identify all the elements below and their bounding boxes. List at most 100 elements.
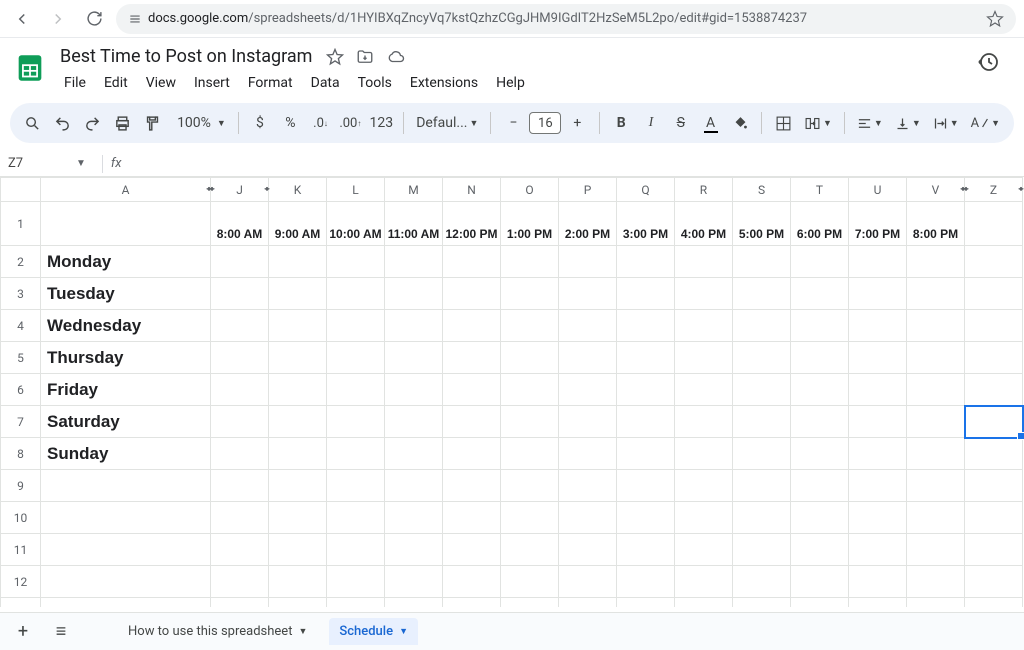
cell-A3[interactable]: Tuesday (41, 278, 211, 310)
cell-J5[interactable] (211, 342, 269, 374)
cell-N6[interactable] (443, 374, 501, 406)
all-sheets-button[interactable]: ≡ (48, 619, 74, 645)
cloud-status-icon[interactable] (386, 48, 406, 66)
cell-K9[interactable] (269, 470, 327, 502)
cell-V11[interactable] (907, 534, 965, 566)
cell-N10[interactable] (443, 502, 501, 534)
cell-J9[interactable] (211, 470, 269, 502)
back-button[interactable] (8, 5, 36, 33)
cell-O1[interactable]: 1:00 PM (501, 202, 559, 246)
cell-K7[interactable] (269, 406, 327, 438)
cell-P9[interactable] (559, 470, 617, 502)
cell-R5[interactable] (675, 342, 733, 374)
cell-Q5[interactable] (617, 342, 675, 374)
cell-U5[interactable] (849, 342, 907, 374)
cell-P4[interactable] (559, 310, 617, 342)
row-header-12[interactable]: 12 (1, 566, 41, 598)
row-header-7[interactable]: 7 (1, 406, 41, 438)
currency-button[interactable]: $ (247, 109, 273, 137)
cell-S10[interactable] (733, 502, 791, 534)
cell-N2[interactable] (443, 246, 501, 278)
cell-M7[interactable] (385, 406, 443, 438)
cell-O11[interactable] (501, 534, 559, 566)
cell-R2[interactable] (675, 246, 733, 278)
menu-tools[interactable]: Tools (350, 71, 400, 95)
cell-P5[interactable] (559, 342, 617, 374)
cell-R3[interactable] (675, 278, 733, 310)
cell-R13[interactable] (675, 598, 733, 608)
cell-S12[interactable] (733, 566, 791, 598)
row-header-11[interactable]: 11 (1, 534, 41, 566)
cell-Z13[interactable] (965, 598, 1023, 608)
cell-U10[interactable] (849, 502, 907, 534)
menu-file[interactable]: File (56, 71, 94, 95)
col-header-Z[interactable]: Z (965, 178, 1023, 202)
cell-Z12[interactable] (965, 566, 1023, 598)
cell-V5[interactable] (907, 342, 965, 374)
cell-N1[interactable]: 12:00 PM (443, 202, 501, 246)
cell-A13[interactable] (41, 598, 211, 608)
cell-R6[interactable] (675, 374, 733, 406)
menu-extensions[interactable]: Extensions (402, 71, 486, 95)
cell-V9[interactable] (907, 470, 965, 502)
menu-view[interactable]: View (138, 71, 184, 95)
cell-P3[interactable] (559, 278, 617, 310)
cell-U13[interactable] (849, 598, 907, 608)
rotate-button[interactable]: A▼ (967, 116, 1004, 131)
cell-U4[interactable] (849, 310, 907, 342)
col-header-J[interactable]: J (211, 178, 269, 202)
cell-P7[interactable] (559, 406, 617, 438)
cell-Z10[interactable] (965, 502, 1023, 534)
cell-L12[interactable] (327, 566, 385, 598)
cell-Z11[interactable] (965, 534, 1023, 566)
strikethrough-button[interactable]: S (668, 109, 694, 137)
cell-O12[interactable] (501, 566, 559, 598)
cell-R7[interactable] (675, 406, 733, 438)
borders-button[interactable] (770, 109, 796, 137)
cell-J8[interactable] (211, 438, 269, 470)
v-align-button[interactable]: ▼ (891, 116, 925, 131)
cell-L13[interactable] (327, 598, 385, 608)
cell-K6[interactable] (269, 374, 327, 406)
cell-J2[interactable] (211, 246, 269, 278)
cell-P1[interactable]: 2:00 PM (559, 202, 617, 246)
cell-Z6[interactable] (965, 374, 1023, 406)
col-header-U[interactable]: U (849, 178, 907, 202)
name-box-dropdown-icon[interactable]: ▼ (68, 158, 94, 169)
cell-A1[interactable] (41, 202, 211, 246)
cell-V7[interactable] (907, 406, 965, 438)
cell-Q12[interactable] (617, 566, 675, 598)
cell-L6[interactable] (327, 374, 385, 406)
cell-M5[interactable] (385, 342, 443, 374)
cell-N4[interactable] (443, 310, 501, 342)
cell-R8[interactable] (675, 438, 733, 470)
cell-U2[interactable] (849, 246, 907, 278)
cell-O2[interactable] (501, 246, 559, 278)
col-header-V[interactable]: V (907, 178, 965, 202)
cell-J7[interactable] (211, 406, 269, 438)
row-header-4[interactable]: 4 (1, 310, 41, 342)
cell-Z8[interactable] (965, 438, 1023, 470)
forward-button[interactable] (44, 5, 72, 33)
cell-A6[interactable]: Friday (41, 374, 211, 406)
col-header-Q[interactable]: Q (617, 178, 675, 202)
cell-M6[interactable] (385, 374, 443, 406)
cell-R4[interactable] (675, 310, 733, 342)
cell-T2[interactable] (791, 246, 849, 278)
cell-T1[interactable]: 6:00 PM (791, 202, 849, 246)
cell-A2[interactable]: Monday (41, 246, 211, 278)
cell-J12[interactable] (211, 566, 269, 598)
zoom-dropdown[interactable]: 100%▼ (169, 115, 230, 131)
cell-M9[interactable] (385, 470, 443, 502)
cell-R12[interactable] (675, 566, 733, 598)
cell-U3[interactable] (849, 278, 907, 310)
cell-N13[interactable] (443, 598, 501, 608)
decrease-font-icon[interactable]: − (499, 109, 527, 137)
cell-J6[interactable] (211, 374, 269, 406)
cell-M1[interactable]: 11:00 AM (385, 202, 443, 246)
cell-N12[interactable] (443, 566, 501, 598)
cell-P13[interactable] (559, 598, 617, 608)
col-header-K[interactable]: K (269, 178, 327, 202)
history-icon[interactable] (976, 50, 1000, 74)
cell-K11[interactable] (269, 534, 327, 566)
